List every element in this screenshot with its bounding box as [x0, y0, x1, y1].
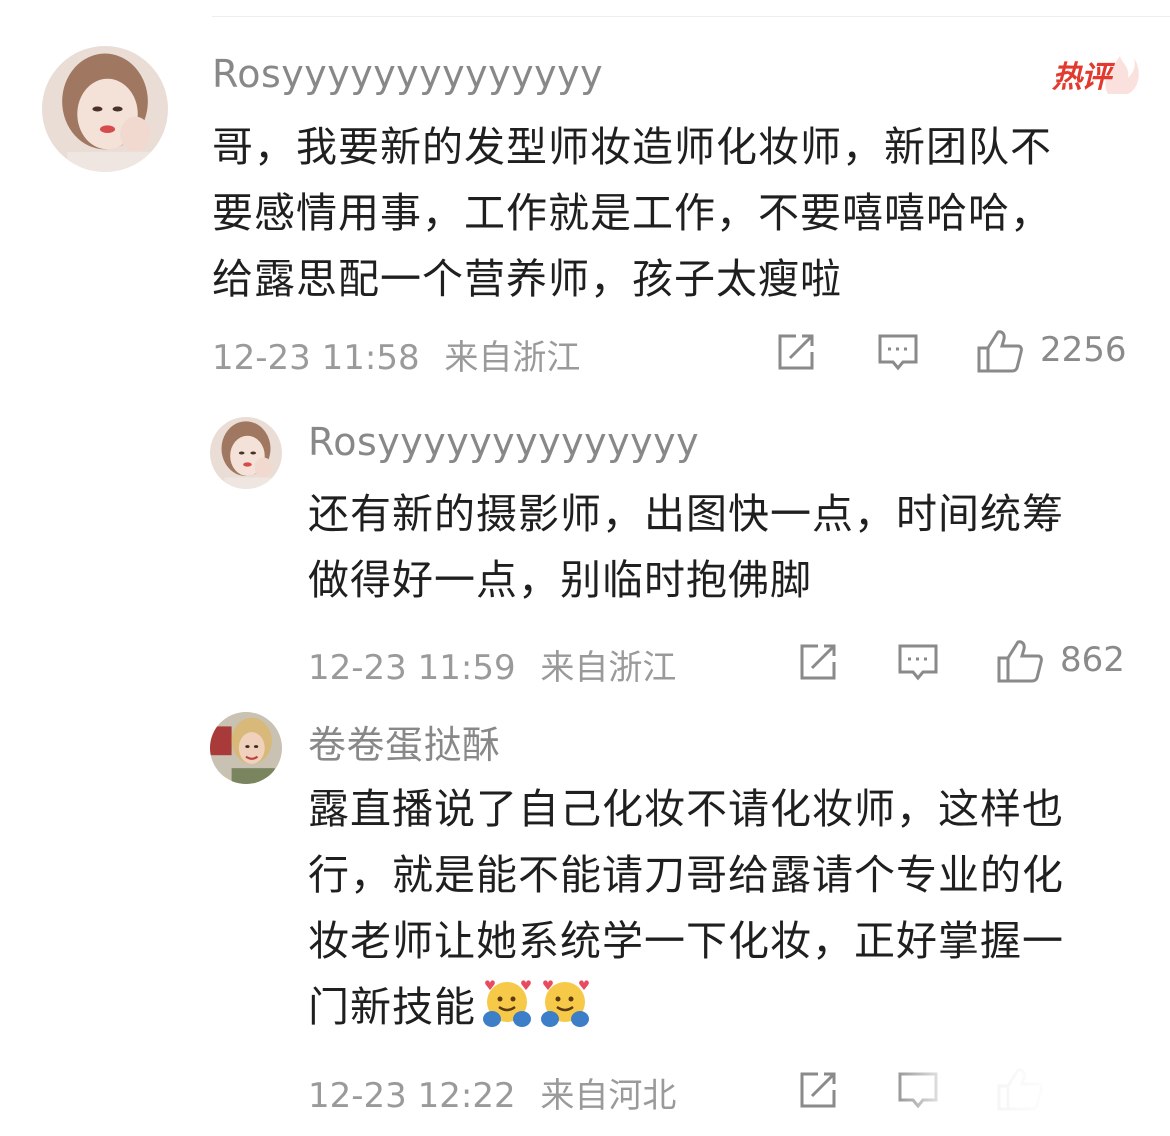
hot-badge-label: 热评: [1052, 60, 1111, 95]
comment-meta: 12-23 12:22 来自河北: [308, 1068, 676, 1117]
comment-line: 还有新的摄影师，出图快一点，时间统筹: [308, 490, 1064, 538]
comment-line: 妆老师让她系统学一下化妆，正好掌握一: [308, 917, 1064, 965]
location: 来自浙江: [444, 338, 581, 378]
username[interactable]: Rosyyyyyyyyyyyyyy: [308, 420, 699, 464]
repost-icon[interactable]: [774, 330, 818, 374]
comment-line: 露直播说了自己化妆不请化妆师，这样也: [308, 785, 1064, 833]
comment-icon[interactable]: [896, 640, 940, 684]
username[interactable]: 卷卷蛋挞酥: [308, 714, 501, 769]
location: 来自河北: [540, 1076, 677, 1116]
comment-meta: 12-23 11:59 来自浙江: [308, 640, 676, 689]
repost-icon[interactable]: [796, 640, 840, 684]
avatar[interactable]: [210, 712, 282, 784]
comment-line: 哥，我要新的发型师妆造师化妆师，新团队不: [212, 123, 1052, 171]
comment-line: 要感情用事，工作就是工作，不要嘻嘻哈哈，: [212, 189, 1052, 237]
timestamp: 12-23 11:59: [308, 648, 516, 688]
avatar[interactable]: [42, 46, 168, 172]
hugging-face-emoji: [480, 977, 534, 1031]
timestamp: 12-23 12:22: [308, 1076, 516, 1116]
like-count: 862: [1060, 640, 1125, 680]
top-divider: [212, 16, 1170, 17]
bottom-fade-overlay: [890, 1060, 1170, 1136]
like-count: 2256: [1040, 330, 1127, 370]
hugging-face-emoji: [538, 977, 592, 1031]
username[interactable]: Rosyyyyyyyyyyyyyy: [212, 52, 603, 96]
comment-line-last: 门新技能: [308, 974, 1064, 1040]
location: 来自浙江: [540, 648, 677, 688]
comment-line: 做得好一点，别临时抱佛脚: [308, 556, 812, 604]
comment-text: 哥，我要新的发型师妆造师化妆师，新团队不 要感情用事，工作就是工作，不要嘻嘻哈哈…: [212, 114, 1052, 312]
comment-text: 还有新的摄影师，出图快一点，时间统筹 做得好一点，别临时抱佛脚: [308, 481, 1064, 613]
comment-text: 露直播说了自己化妆不请化妆师，这样也 行，就是能不能请刀哥给露请个专业的化 妆老…: [308, 776, 1064, 1040]
comment-line: 给露思配一个营养师，孩子太瘦啦: [212, 255, 842, 303]
comment-line: 行，就是能不能请刀哥给露请个专业的化: [308, 851, 1064, 899]
timestamp: 12-23 11:58: [212, 338, 420, 378]
comment-line: 门新技能: [308, 983, 476, 1031]
thumbs-up-icon[interactable]: [976, 328, 1024, 374]
avatar[interactable]: [210, 417, 282, 489]
comment-icon[interactable]: [876, 330, 920, 374]
repost-icon[interactable]: [796, 1068, 840, 1112]
hot-comment-badge: 热评: [1050, 40, 1140, 96]
thumbs-up-icon[interactable]: [996, 638, 1044, 684]
comment-meta: 12-23 11:58 来自浙江: [212, 330, 580, 379]
